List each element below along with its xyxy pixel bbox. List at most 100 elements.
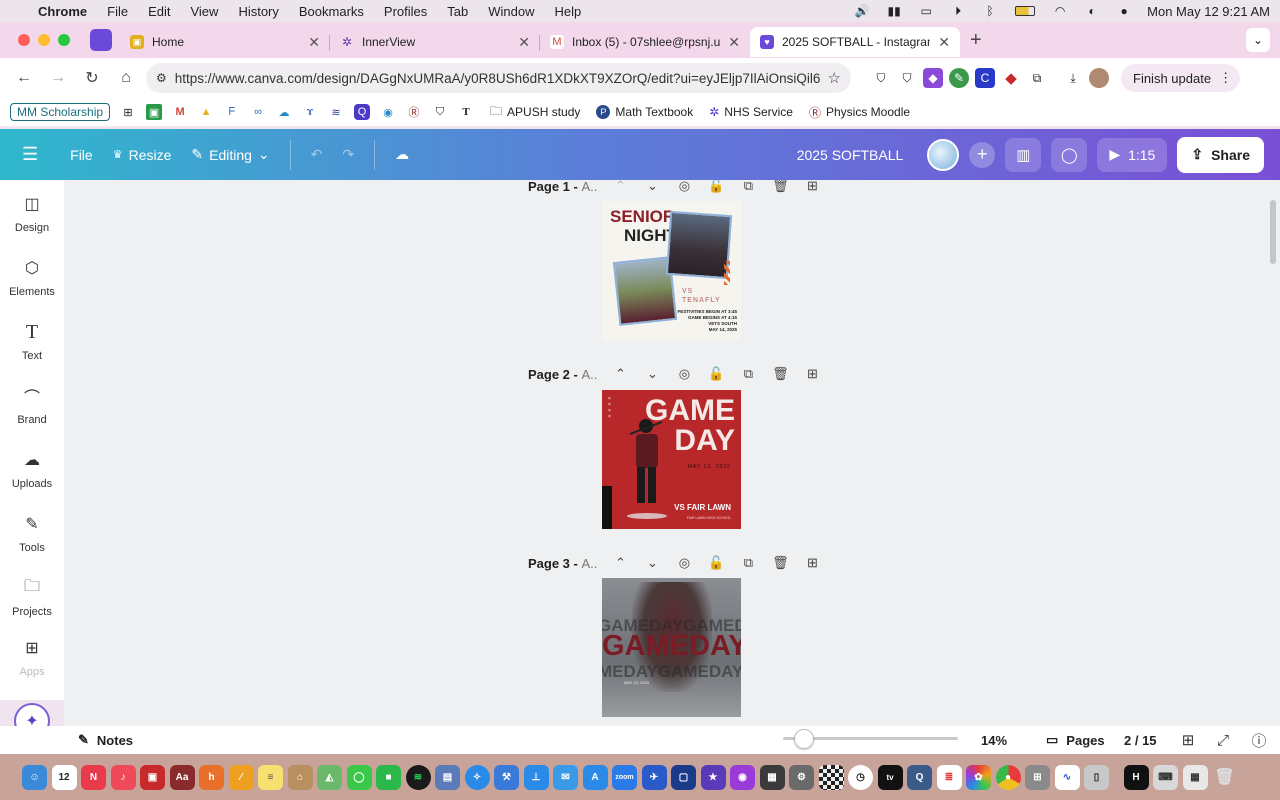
reload-icon[interactable]: ↻ [78,64,106,92]
close-tab-icon[interactable]: ✕ [308,34,320,51]
tab-search-icon[interactable] [90,29,112,51]
shortcuts-icon[interactable]: ✈ [641,764,667,790]
hide-page-icon[interactable]: ◎ [675,365,693,383]
rail-brand[interactable]: ⌒ Brand [0,374,64,438]
wave-icon[interactable]: ≋ [328,104,344,120]
pages-app-icon[interactable]: ⁄ [228,764,254,790]
extensions-puzzle-icon[interactable]: ⧉ [1027,68,1047,88]
close-tab-icon[interactable]: ✕ [518,34,530,51]
imovie-icon[interactable]: ★ [700,764,726,790]
close-tab-icon[interactable]: ✕ [728,34,740,51]
preview-icon[interactable]: ▤ [435,764,460,790]
vertical-scrollbar[interactable] [1270,200,1276,264]
freeform-icon[interactable]: ∿ [1054,764,1080,790]
control-center-icon[interactable]: ◐ [1083,4,1101,18]
url-text[interactable]: https://www.canva.com/design/DAGgNxUMRaA… [175,71,820,86]
drive-icon[interactable]: ▲ [198,104,214,120]
hinge-icon[interactable]: H [1123,764,1149,790]
r-icon[interactable]: Ⓡ [406,104,422,120]
lock-icon[interactable]: 🔓 [707,554,725,572]
messages-icon[interactable]: ◯ [346,764,372,790]
share-button[interactable]: ⇪ Share [1177,136,1264,173]
move-up-icon[interactable]: ⌃ [611,180,629,195]
page-3-thumbnail[interactable]: GAMEDAYGAMEDAY GAMEDAY MEDAYGAMEDAYG MAY… [602,578,741,717]
wifi-icon[interactable]: ◠ [1051,4,1069,18]
insights-icon[interactable]: ▥ [1005,137,1042,172]
menu-view[interactable]: View [190,4,218,19]
tab-innerview[interactable]: ✲ InnerView ✕ [330,27,540,57]
duplicate-icon[interactable]: ⧉ [739,554,757,572]
rail-uploads[interactable]: ☁ Uploads [0,438,64,502]
design-title[interactable]: 2025 SOFTBALL [797,147,904,163]
quicktime-icon[interactable]: Q [907,764,932,790]
keyboard-viewer-icon[interactable]: ⌨ [1153,764,1178,790]
present-button[interactable]: ▶ 1:15 [1097,137,1168,172]
bluetooth-icon[interactable]: ᛒ [981,4,999,18]
page-count[interactable]: 2 / 15 [1124,733,1157,748]
menu-history[interactable]: History [238,4,278,19]
bookmark-star-icon[interactable]: ☆ [828,69,841,87]
maps-icon[interactable]: ◭ [317,764,342,790]
menu-app[interactable]: Chrome [38,4,87,19]
keynote-icon[interactable]: ⊥ [523,764,549,790]
chevron-down-icon[interactable]: ⌄ [1246,28,1270,52]
move-down-icon[interactable]: ⌄ [643,365,661,383]
rail-design[interactable]: ◫ Design [0,182,64,246]
notes-button[interactable]: ✎ Notes [78,732,133,748]
move-up-icon[interactable]: ⌃ [611,365,629,383]
downloads-stack-icon[interactable]: ▦ [1182,764,1208,790]
home-icon[interactable]: ⌂ [112,64,140,92]
help-icon[interactable]: ⓘ [1250,731,1268,750]
news-icon[interactable]: N [81,764,106,790]
avatar[interactable] [927,138,960,171]
facetime-icon[interactable]: ■ [376,764,401,790]
apple-tv-icon[interactable]: tv [877,764,903,790]
cloud-saved-icon[interactable]: ☁ [385,138,419,172]
chrome-icon[interactable]: ● [995,764,1021,790]
delete-icon[interactable]: 🗑 [771,365,789,383]
menu-profiles[interactable]: Profiles [384,4,427,19]
site-settings-icon[interactable]: ⚙ [156,71,167,85]
menu-bookmarks[interactable]: Bookmarks [299,4,364,19]
safari-icon[interactable]: ✧ [464,764,490,790]
quizlet-icon[interactable]: Q [354,104,371,120]
figure-icon[interactable]: ɤ [302,104,318,120]
apps-grid-icon[interactable]: ⊞ [120,104,136,120]
clock[interactable]: Mon May 12 9:21 AM [1147,4,1270,19]
finish-update-button[interactable]: Finish update ⋮ [1121,64,1241,92]
zoom-slider-knob[interactable] [794,729,814,749]
stats-icon[interactable]: ▮▮ [885,4,903,18]
page-2-thumbnail[interactable]: × × × × GAME DAY MAY 13, 2025 VS FAIR LAWN … [602,390,741,529]
zoom-window-button[interactable] [58,34,70,46]
file-menu-button[interactable]: File [60,138,103,172]
reminders-icon[interactable]: ≣ [936,764,962,790]
calculator-icon[interactable]: ▦ [759,764,785,790]
xcode-icon[interactable]: ⚒ [494,764,519,790]
page-2-title[interactable]: Page 2 - A.. [528,367,597,382]
add-collaborator-icon[interactable]: + [969,141,996,168]
menu-hamburger-icon[interactable]: ☰ [16,138,48,172]
fullscreen-icon[interactable]: ⤢ [1214,731,1232,749]
media-play-icon[interactable]: ⏵ [949,4,967,18]
rail-tools[interactable]: ✎ Tools [0,502,64,566]
screen-icon[interactable]: ▢ [671,764,696,790]
rail-apps[interactable]: ⊞ Apps [0,630,64,682]
duplicate-icon[interactable]: ⧉ [739,365,757,383]
lock-icon[interactable]: 🔓 [707,365,725,383]
extension-green-icon[interactable]: ✎ [949,68,969,88]
move-down-icon[interactable]: ⌄ [643,554,661,572]
app-store-icon[interactable]: A [582,764,608,790]
classroom-icon[interactable]: ▣ [146,104,163,120]
bookmark-physics-moodle[interactable]: Ⓡ Physics Moodle [809,104,910,121]
notes-app-icon[interactable]: ≡ [258,764,283,790]
rail-projects[interactable]: 🗀 Projects [0,566,64,630]
profile-avatar-icon[interactable] [1089,68,1109,88]
tab-inbox[interactable]: M Inbox (5) - 07shlee@rpsnj.us ✕ [540,27,750,57]
shield-icon[interactable]: ⛉ [432,104,448,120]
duplicate-icon[interactable]: ⧉ [739,180,757,195]
delete-icon[interactable]: 🗑 [771,554,789,572]
keychain-icon[interactable]: ⌂ [287,764,313,790]
comment-icon[interactable]: ◯ [1051,137,1088,172]
rail-text[interactable]: T Text [0,310,64,374]
minimize-window-button[interactable] [38,34,50,46]
